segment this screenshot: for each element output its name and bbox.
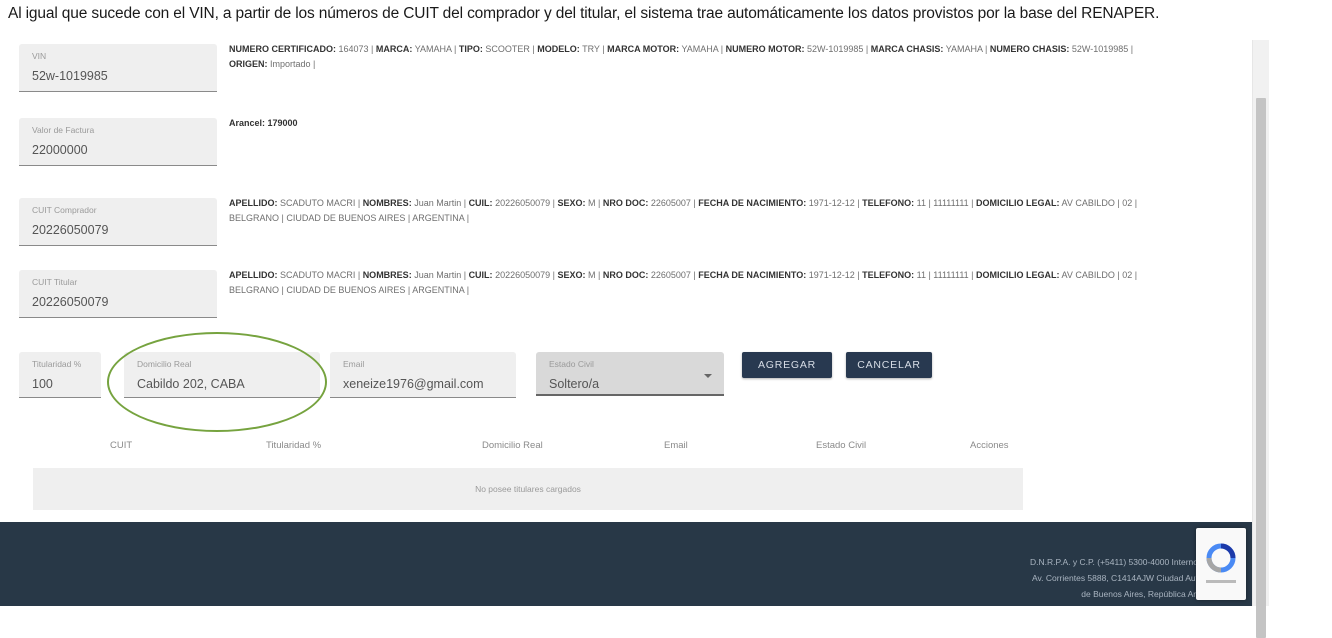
col-header-estado-civil: Estado Civil bbox=[816, 440, 867, 451]
info-value: 164073 | bbox=[336, 44, 376, 54]
info-value: 11 | 11111111 | bbox=[914, 198, 976, 208]
col-header-cuit: CUIT bbox=[110, 440, 133, 451]
cuit-titular-label: CUIT Titular bbox=[32, 277, 78, 287]
col-header-titularidad: Titularidad % bbox=[266, 440, 322, 451]
cancelar-button[interactable]: CANCELAR bbox=[846, 352, 932, 378]
info-key: APELLIDO: bbox=[229, 198, 278, 208]
info-key: ORIGEN: bbox=[229, 59, 268, 69]
info-value: TRY | bbox=[579, 44, 608, 54]
info-value: SCADUTO MACRI | bbox=[277, 270, 363, 280]
col-header-acciones: Acciones bbox=[970, 440, 1009, 451]
vertical-scrollbar[interactable] bbox=[1252, 40, 1269, 638]
info-value: 20226050079 | bbox=[492, 270, 558, 280]
cuit-comprador-value: 20226050079 bbox=[32, 223, 109, 237]
info-value: Importado | bbox=[267, 59, 316, 69]
footer-contact: D.N.R.P.A. y C.P. (+5411) 5300-4000 Inte… bbox=[944, 554, 1224, 602]
info-key: SEXO: bbox=[557, 270, 586, 280]
info-key: CUIL: bbox=[468, 198, 493, 208]
info-value: 22605007 | bbox=[648, 198, 699, 208]
info-key: MODELO: bbox=[537, 44, 580, 54]
agregar-button[interactable]: AGREGAR bbox=[742, 352, 832, 378]
info-key: FECHA DE NACIMIENTO: bbox=[698, 270, 807, 280]
col-header-email: Email bbox=[664, 440, 688, 451]
info-value: YAMAHA | bbox=[412, 44, 459, 54]
info-key: MARCA: bbox=[375, 44, 413, 54]
info-key: TELEFONO: bbox=[862, 198, 915, 208]
info-value: 22605007 | bbox=[648, 270, 699, 280]
info-value: 11 | 11111111 | bbox=[914, 270, 976, 280]
valor-factura-label: Valor de Factura bbox=[32, 125, 95, 135]
info-key: DOMICILIO LEGAL: bbox=[976, 198, 1060, 208]
email-value: xeneize1976@gmail.com bbox=[343, 377, 484, 391]
titularidad-value: 100 bbox=[32, 377, 53, 391]
info-key: FECHA DE NACIMIENTO: bbox=[698, 198, 807, 208]
recaptcha-icon bbox=[1206, 543, 1236, 583]
arancel-text: Arancel: 179000 bbox=[229, 118, 298, 128]
cuit-titular-field[interactable]: CUIT Titular 20226050079 bbox=[19, 270, 217, 318]
info-key: MARCA MOTOR: bbox=[607, 44, 680, 54]
info-key: CUIL: bbox=[468, 270, 493, 280]
info-key: NUMERO MOTOR: bbox=[725, 44, 805, 54]
empty-table-message: No posee titulares cargados bbox=[33, 468, 1023, 510]
estado-civil-select[interactable]: Estado Civil Soltero/a bbox=[536, 352, 724, 396]
info-value: 1971-12-12 | bbox=[806, 198, 863, 208]
footer-line-1: D.N.R.P.A. y C.P. (+5411) 5300-4000 Inte… bbox=[1030, 557, 1224, 567]
info-key: NRO DOC: bbox=[602, 198, 649, 208]
vin-value: 52w-1019985 bbox=[32, 69, 108, 83]
valor-factura-value: 22000000 bbox=[32, 143, 88, 157]
info-key: DOMICILIO LEGAL: bbox=[976, 270, 1060, 280]
tutorial-caption: Al igual que sucede con el VIN, a partir… bbox=[8, 5, 1160, 22]
info-value: Juan Martin | bbox=[411, 270, 469, 280]
annotation-highlight-ellipse bbox=[107, 332, 327, 432]
info-key: NUMERO CHASIS: bbox=[989, 44, 1070, 54]
info-key: MARCA CHASIS: bbox=[870, 44, 944, 54]
footer-line-3: de Buenos Aires, República Argentina bbox=[1081, 589, 1224, 599]
info-value: YAMAHA | bbox=[943, 44, 990, 54]
info-key: SEXO: bbox=[557, 198, 586, 208]
comprador-details: APELLIDO: SCADUTO MACRI | NOMBRES: Juan … bbox=[229, 196, 1139, 226]
vin-field[interactable]: VIN 52w-1019985 bbox=[19, 44, 217, 92]
cuit-comprador-label: CUIT Comprador bbox=[32, 205, 97, 215]
valor-factura-field[interactable]: Valor de Factura 22000000 bbox=[19, 118, 217, 166]
titularidad-field[interactable]: Titularidad % 100 bbox=[19, 352, 101, 398]
info-key: NOMBRES: bbox=[362, 270, 412, 280]
vin-details: NUMERO CERTIFICADO: 164073 | MARCA: YAMA… bbox=[229, 42, 1159, 72]
info-key: TELEFONO: bbox=[862, 270, 915, 280]
recaptcha-badge[interactable] bbox=[1196, 528, 1246, 600]
info-value: 52W-1019985 | bbox=[804, 44, 871, 54]
cuit-titular-value: 20226050079 bbox=[32, 295, 109, 309]
footer: D.N.R.P.A. y C.P. (+5411) 5300-4000 Inte… bbox=[0, 522, 1252, 606]
titularidad-label: Titularidad % bbox=[32, 359, 82, 369]
info-value: 1971-12-12 | bbox=[806, 270, 863, 280]
info-value: Juan Martin | bbox=[411, 198, 469, 208]
info-value: M | bbox=[585, 270, 603, 280]
info-value: 52W-1019985 | bbox=[1069, 44, 1134, 54]
estado-civil-label: Estado Civil bbox=[549, 359, 594, 369]
info-value: 20226050079 | bbox=[492, 198, 558, 208]
info-key: NRO DOC: bbox=[602, 270, 649, 280]
info-value: YAMAHA | bbox=[679, 44, 726, 54]
info-value: SCADUTO MACRI | bbox=[277, 198, 363, 208]
scrollbar-thumb[interactable] bbox=[1256, 98, 1266, 638]
titular-details: APELLIDO: SCADUTO MACRI | NOMBRES: Juan … bbox=[229, 268, 1139, 298]
footer-line-2: Av. Corrientes 5888, C1414AJW Ciudad Aut… bbox=[1032, 573, 1224, 583]
dropdown-arrow-icon bbox=[704, 374, 712, 378]
info-value: SCOOTER | bbox=[482, 44, 538, 54]
email-label: Email bbox=[343, 359, 365, 369]
info-value: M | bbox=[585, 198, 603, 208]
info-key: NUMERO CERTIFICADO: bbox=[229, 44, 336, 54]
estado-civil-value: Soltero/a bbox=[549, 377, 600, 391]
email-field[interactable]: Email xeneize1976@gmail.com bbox=[330, 352, 516, 398]
info-key: NOMBRES: bbox=[362, 198, 412, 208]
info-key: TIPO: bbox=[458, 44, 483, 54]
info-key: APELLIDO: bbox=[229, 270, 278, 280]
vin-label: VIN bbox=[32, 51, 47, 61]
cuit-comprador-field[interactable]: CUIT Comprador 20226050079 bbox=[19, 198, 217, 246]
col-header-domicilio: Domicilio Real bbox=[482, 440, 543, 451]
